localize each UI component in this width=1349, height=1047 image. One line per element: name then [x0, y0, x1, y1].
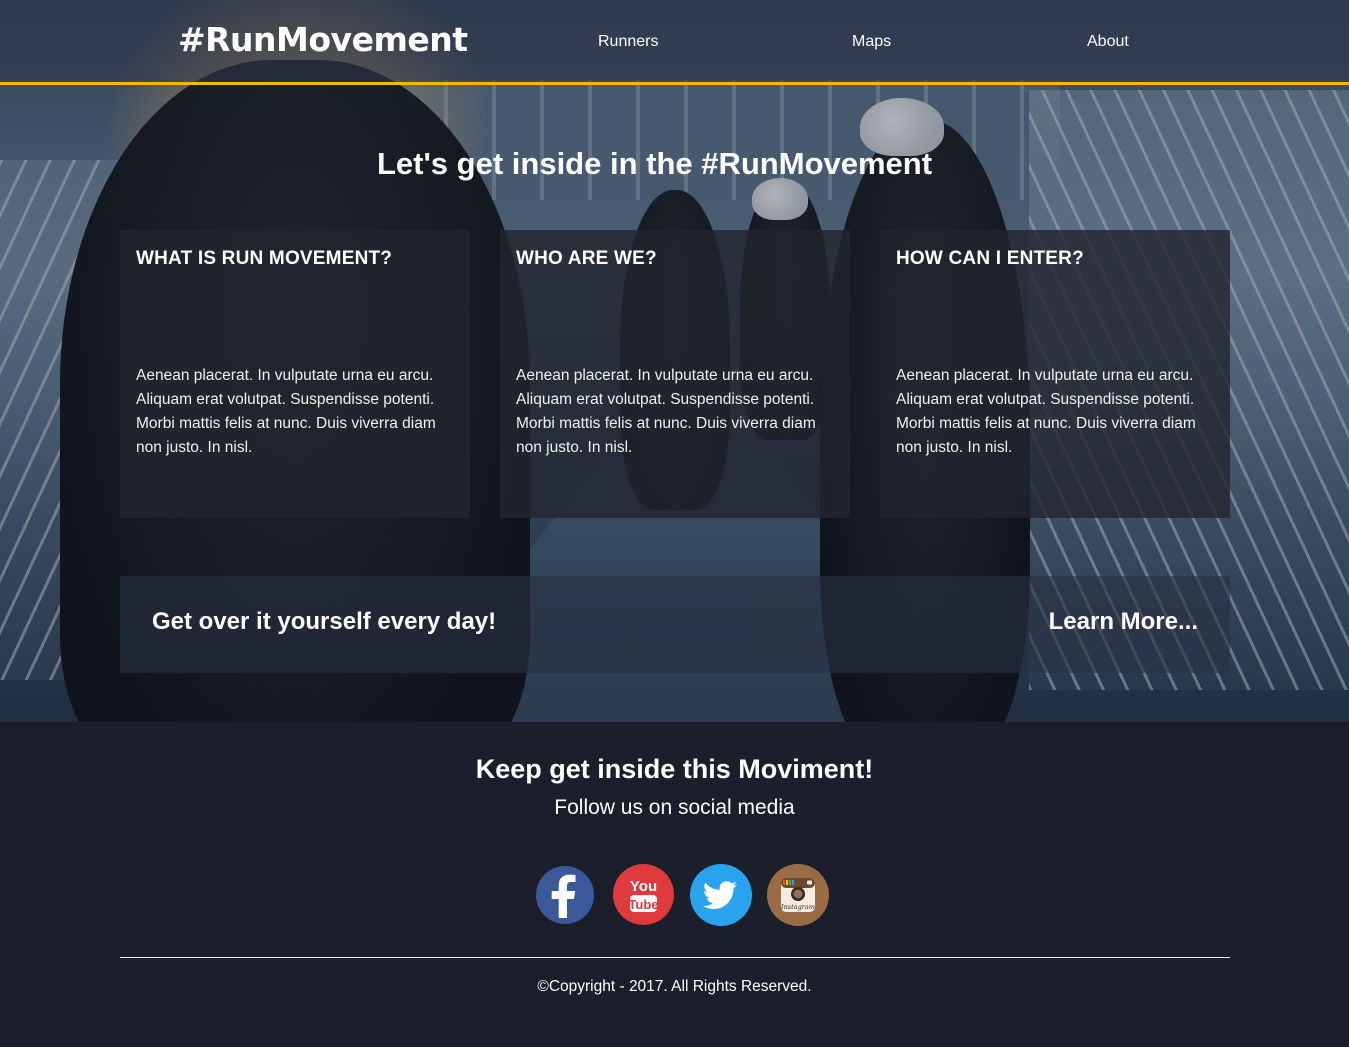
- hero-title: Let's get inside in the #RunMovement: [376, 146, 933, 181]
- site-logo[interactable]: #RunMovement: [178, 20, 468, 59]
- learn-more-link[interactable]: Learn More...: [1049, 608, 1198, 636]
- nav-link-runners[interactable]: Runners: [598, 33, 658, 51]
- nav-link-maps[interactable]: Maps: [852, 33, 891, 51]
- info-card: WHO ARE WE? Aenean placerat. In vulputat…: [500, 230, 850, 518]
- svg-text:You: You: [630, 878, 657, 895]
- cta-banner: Get over it yourself every day! Learn Mo…: [120, 576, 1230, 673]
- card-body: Aenean placerat. In vulputate urna eu ar…: [136, 367, 436, 456]
- nav-link-about[interactable]: About: [1087, 33, 1129, 51]
- card-heading: HOW CAN I ENTER?: [896, 248, 1084, 269]
- footer-title: Keep get inside this Moviment!: [475, 754, 874, 784]
- footer: Keep get inside this Moviment! Follow us…: [0, 722, 1349, 1047]
- facebook-icon[interactable]: [536, 866, 594, 924]
- info-card: HOW CAN I ENTER? Aenean placerat. In vul…: [880, 230, 1230, 518]
- youtube-glyph: You Tube: [628, 878, 659, 912]
- twitter-icon[interactable]: [690, 864, 752, 926]
- instagram-glyph: Instagram: [780, 878, 815, 912]
- instagram-icon[interactable]: Instagram: [767, 864, 829, 926]
- youtube-icon[interactable]: You Tube: [613, 864, 674, 925]
- navbar: #RunMovement Runners Maps About: [0, 0, 1349, 85]
- svg-text:Instagram: Instagram: [780, 903, 815, 911]
- info-card: WHAT IS RUN MOVEMENT? Aenean placerat. I…: [120, 230, 470, 518]
- facebook-glyph: [551, 874, 576, 918]
- copyright-text: ©Copyright - 2017. All Rights Reserved.: [537, 978, 812, 995]
- footer-divider: [120, 957, 1230, 958]
- card-body: Aenean placerat. In vulputate urna eu ar…: [516, 367, 816, 456]
- svg-text:Tube: Tube: [628, 897, 658, 912]
- card-heading: WHAT IS RUN MOVEMENT?: [136, 248, 393, 269]
- footer-subtitle: Follow us on social media: [554, 796, 795, 819]
- card-heading: WHO ARE WE?: [516, 248, 657, 269]
- cta-text: Get over it yourself every day!: [152, 608, 497, 635]
- twitter-glyph: [702, 881, 737, 909]
- card-body: Aenean placerat. In vulputate urna eu ar…: [896, 367, 1196, 456]
